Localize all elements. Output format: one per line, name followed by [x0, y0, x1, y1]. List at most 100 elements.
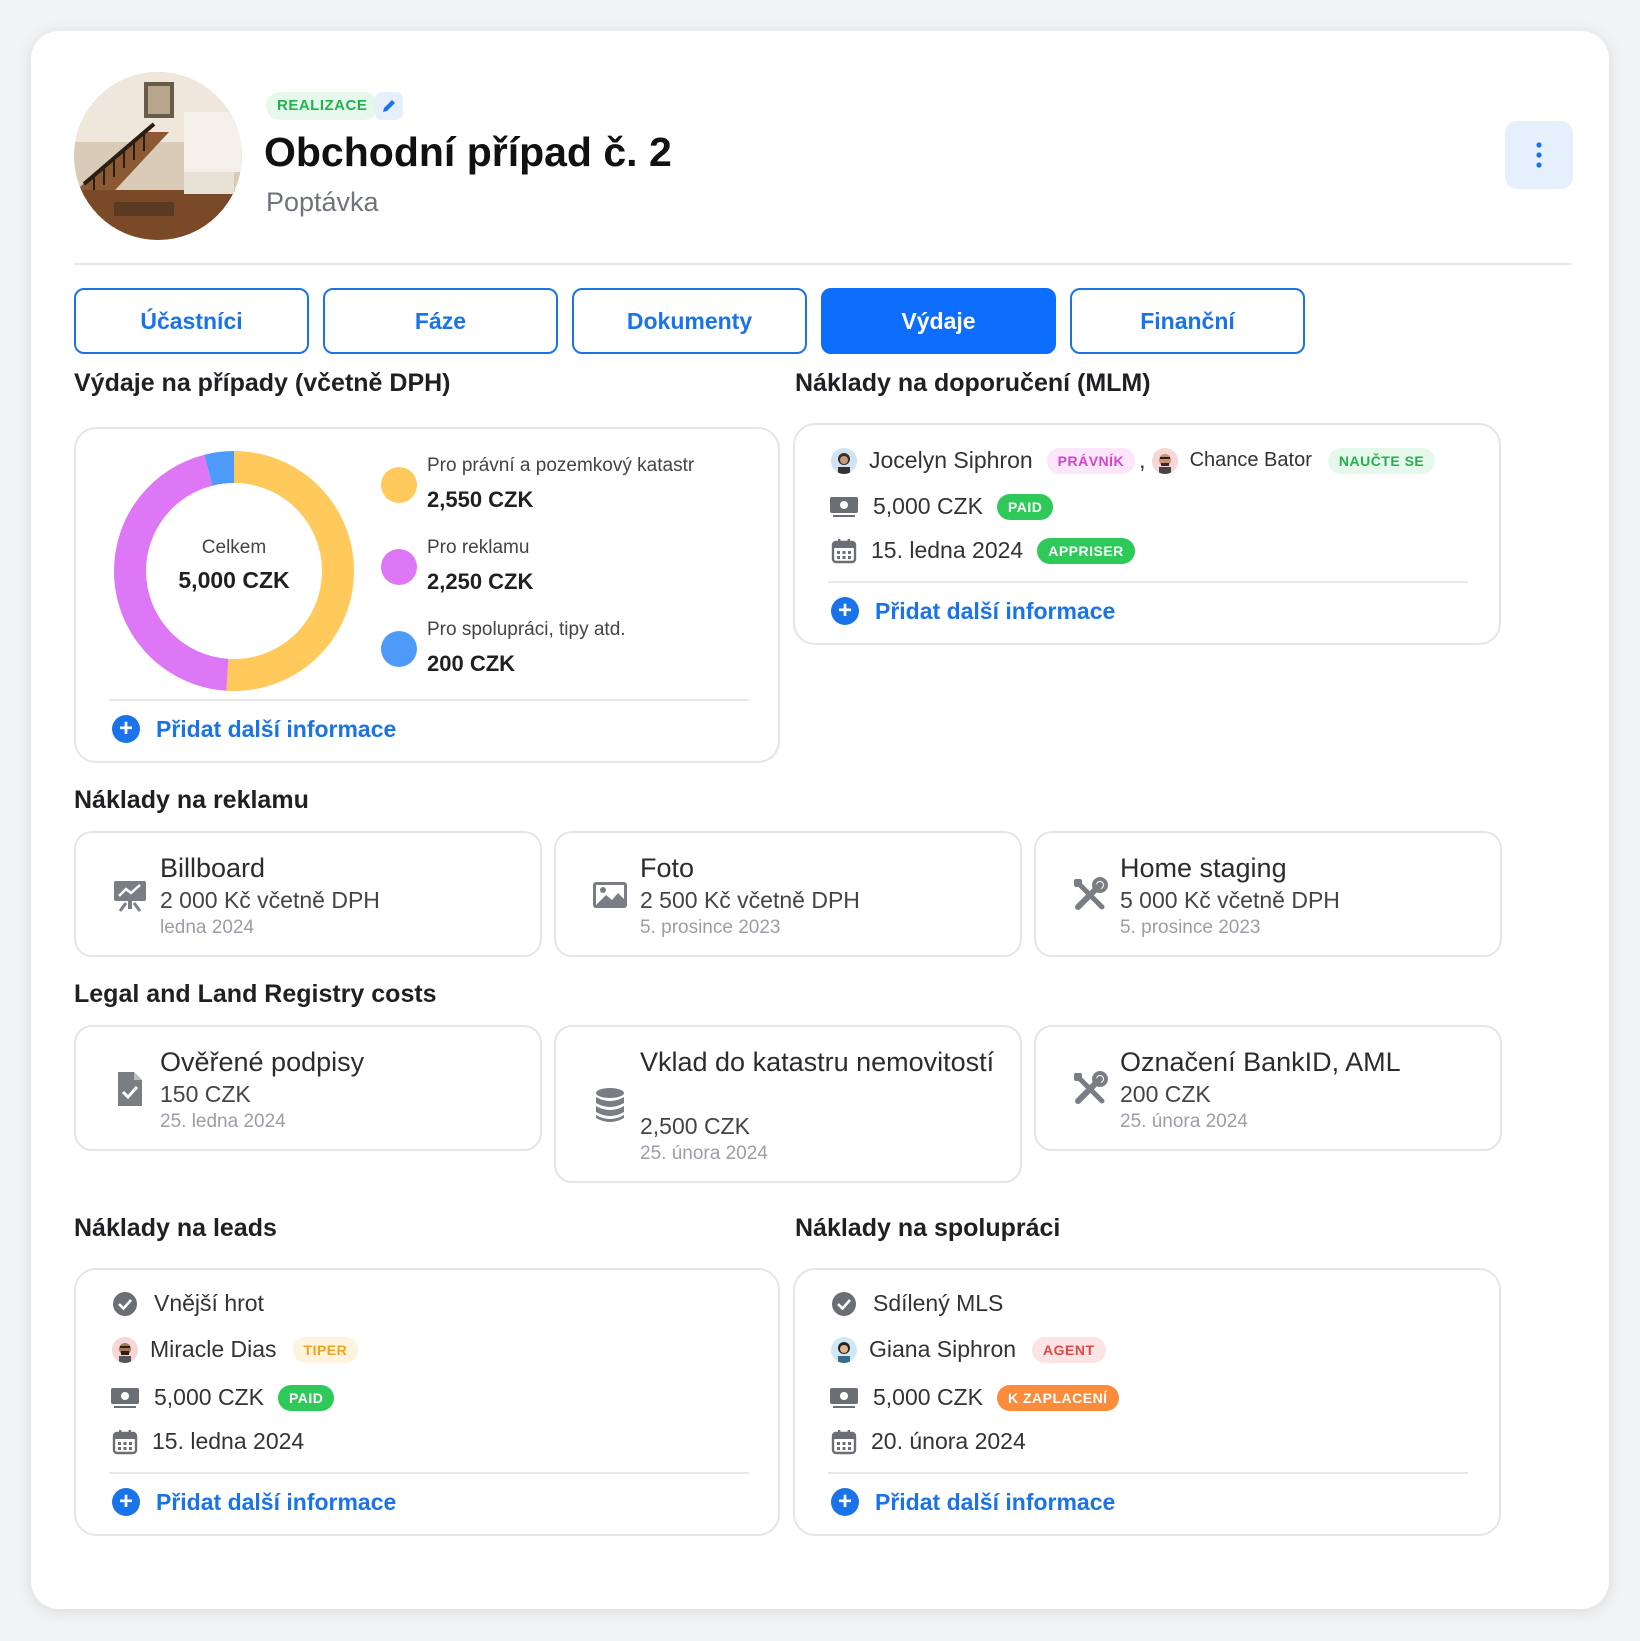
image-icon — [593, 882, 627, 908]
calendar-icon — [831, 1429, 857, 1454]
legend-label-advertising: Pro reklamu — [427, 537, 530, 558]
pencil-icon — [383, 100, 395, 112]
cooperation-source: Sdílený MLS — [873, 1290, 1004, 1316]
leads-date: 15. ledna 2024 — [152, 1428, 305, 1454]
case-card: REALIZACE Obchodní případ č. 2 Poptávka … — [31, 31, 1609, 1609]
cooperation-heading: Náklady na spolupráci — [795, 1214, 1061, 1242]
legal-item-amount: 150 CZK — [160, 1081, 251, 1107]
tab-expenses[interactable]: Výdaje — [821, 288, 1056, 354]
plus-icon: + — [112, 715, 140, 743]
plus-icon: + — [831, 1488, 859, 1516]
advertising-item[interactable]: Home staging 5 000 Kč včetně DPH 5. pros… — [1034, 831, 1502, 957]
leads-date-row: 15. ledna 2024 — [112, 1428, 304, 1455]
calendar-icon — [112, 1429, 138, 1454]
mlm-amount-status: PAID — [996, 493, 1054, 520]
donut-center-label: Celkem — [201, 537, 267, 558]
mlm-heading: Náklady na doporučení (MLM) — [795, 369, 1151, 397]
legal-item-amount: 200 CZK — [1120, 1081, 1211, 1107]
money-icon — [830, 1387, 858, 1408]
tab-participants[interactable]: Účastníci — [74, 288, 309, 354]
legal-item-title: Označení BankID, AML — [1120, 1047, 1401, 1077]
mlm-add-info-button[interactable]: + Přidat další informace — [831, 597, 1115, 625]
case-avatar — [74, 72, 242, 240]
leads-source: Vnější hrot — [154, 1290, 264, 1316]
mlm-person2-name: Chance Bator — [1189, 449, 1312, 471]
legal-item-title: Ověřené podpisy — [160, 1047, 365, 1077]
advertising-item-date: 5. prosince 2023 — [1120, 917, 1261, 938]
legend-value-legal: 2,550 CZK — [427, 487, 534, 512]
money-icon — [830, 496, 858, 517]
leads-person-name: Miracle Dias — [150, 1336, 277, 1362]
mlm-people-row: Jocelyn Siphron PRÁVNÍK , Chance Bator N… — [831, 447, 1436, 474]
expenses-heading: Výdaje na případy (včetně DPH) — [74, 369, 451, 397]
leads-person-role: TIPER — [292, 1336, 359, 1363]
mlm-person2-role: NAUČTE SE — [1327, 447, 1436, 474]
advertising-item-title: Foto — [640, 853, 695, 883]
advertising-item-amount: 5 000 Kč včetně DPH — [1120, 887, 1340, 913]
tab-documents[interactable]: Dokumenty — [572, 288, 807, 354]
page-title: Obchodní případ č. 2 — [264, 129, 672, 175]
legal-item-date: 25. února 2024 — [640, 1143, 768, 1164]
cooperation-divider — [828, 1472, 1468, 1474]
legend-value-cooperation: 200 CZK — [427, 651, 516, 676]
leads-person-row: Miracle Dias TIPER — [112, 1336, 359, 1363]
leads-add-info-button[interactable]: + Přidat další informace — [112, 1488, 396, 1516]
legend-label-legal: Pro právní a pozemkový katastr — [427, 455, 695, 476]
legal-item[interactable]: Vklad do katastru nemovitostí 2,500 CZK … — [554, 1025, 1022, 1183]
expenses-divider — [109, 699, 749, 701]
cooperation-person-row: Giana Siphron AGENT — [831, 1336, 1106, 1363]
cooperation-amount-row: 5,000 CZK K ZAPLACENÍ — [829, 1384, 1119, 1411]
advertising-item[interactable]: Foto 2 500 Kč včetně DPH 5. prosince 202… — [554, 831, 1022, 957]
tab-financial[interactable]: Finanční — [1070, 288, 1305, 354]
advertising-item-title: Billboard — [160, 853, 266, 883]
person-avatar — [1151, 447, 1178, 474]
legend-dot-legal — [381, 467, 417, 503]
legal-item[interactable]: Ověřené podpisy 150 CZK 25. ledna 2024 — [74, 1025, 542, 1151]
cooperation-person-name: Giana Siphron — [869, 1336, 1017, 1362]
leads-divider — [109, 1472, 749, 1474]
leads-panel: Vnější hrot Miracle Dias TIPER 5,000 CZK… — [74, 1268, 780, 1536]
legal-item-title: Vklad do katastru nemovitostí — [640, 1047, 995, 1077]
advertising-item-date: ledna 2024 — [160, 917, 255, 938]
person-avatar — [831, 447, 857, 474]
calendar-icon — [831, 538, 857, 563]
header-divider — [74, 263, 1572, 265]
mlm-add-info-label: Přidat další informace — [875, 597, 1116, 624]
check-circle-icon — [113, 1291, 137, 1316]
person-avatar — [112, 1336, 138, 1363]
mlm-date: 15. ledna 2024 — [871, 537, 1024, 563]
plus-icon: + — [112, 1488, 140, 1516]
expenses-add-info-label: Přidat další informace — [156, 715, 397, 742]
mlm-amount: 5,000 CZK — [873, 493, 983, 519]
cooperation-date: 20. února 2024 — [871, 1428, 1026, 1454]
advertising-item-date: 5. prosince 2023 — [640, 917, 781, 938]
mlm-separator: , — [1139, 447, 1146, 473]
tab-phases[interactable]: Fáze — [323, 288, 558, 354]
mlm-person1-name: Jocelyn Siphron — [869, 447, 1033, 473]
legend-dot-cooperation — [381, 631, 417, 667]
mlm-divider — [828, 581, 1468, 583]
donut-center-value: 5,000 CZK — [178, 567, 290, 593]
cooperation-date-row: 20. února 2024 — [831, 1428, 1026, 1455]
expenses-add-info-button[interactable]: + Přidat další informace — [112, 715, 396, 743]
more-options-button[interactable] — [1505, 121, 1573, 189]
tab-bar: Účastníci Fáze Dokumenty Výdaje Finanční — [74, 288, 1305, 354]
person-avatar — [831, 1336, 857, 1363]
page-subtitle: Poptávka — [266, 187, 379, 217]
legend-dot-advertising — [381, 549, 417, 585]
legal-item-date: 25. února 2024 — [1120, 1111, 1248, 1132]
advertising-item[interactable]: Billboard 2 000 Kč včetně DPH ledna 2024 — [74, 831, 542, 957]
mlm-date-tag: APPRISER — [1037, 537, 1135, 564]
leads-add-info-label: Přidat další informace — [156, 1488, 397, 1515]
edit-status-button[interactable] — [375, 92, 403, 120]
cooperation-amount-status: K ZAPLACENÍ — [996, 1384, 1119, 1411]
advertising-heading: Náklady na reklamu — [74, 786, 309, 814]
mlm-amount-row: 5,000 CZK PAID — [829, 493, 1054, 520]
document-check-icon — [118, 1072, 142, 1106]
mlm-date-row: 15. ledna 2024 APPRISER — [831, 537, 1135, 564]
more-vertical-icon — [1536, 142, 1542, 168]
check-circle-icon — [832, 1291, 856, 1316]
legal-item[interactable]: Označení BankID, AML 200 CZK 25. února 2… — [1034, 1025, 1502, 1151]
cooperation-add-info-button[interactable]: + Přidat další informace — [831, 1488, 1115, 1516]
advertising-item-title: Home staging — [1120, 853, 1287, 883]
